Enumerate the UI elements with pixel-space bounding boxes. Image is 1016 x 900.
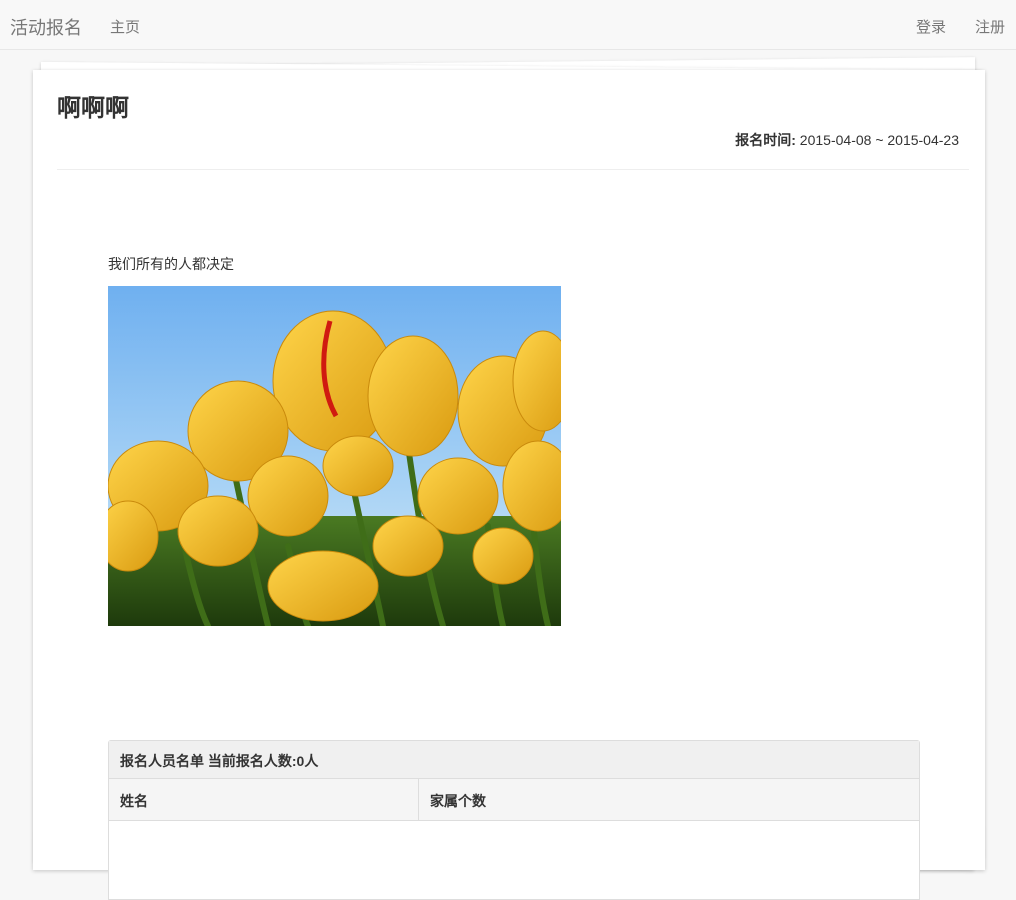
top-navbar: 活动报名 主页 登录 注册 [0, 0, 1016, 50]
event-card: 啊啊啊 报名时间: 2015-04-08 ~ 2015-04-23 我们所有的人… [33, 70, 985, 900]
signup-list-heading: 报名人员名单 当前报名人数:0人 [109, 741, 919, 779]
signup-time-value: 2015-04-08 ~ 2015-04-23 [795, 132, 959, 148]
event-card-stack: 啊啊啊 报名时间: 2015-04-08 ~ 2015-04-23 我们所有的人… [33, 57, 985, 900]
nav-login-link[interactable]: 登录 [916, 16, 946, 37]
signup-list-panel: 报名人员名单 当前报名人数:0人 姓名 家属个数 [108, 740, 920, 900]
tulip-image [108, 286, 561, 626]
brand-link[interactable]: 活动报名 [10, 14, 82, 40]
nav-register-link[interactable]: 注册 [975, 16, 1005, 37]
header-divider [57, 169, 969, 170]
event-description: 我们所有的人都决定 [108, 256, 234, 272]
nav-home-link[interactable]: 主页 [110, 16, 140, 37]
tulip-photo [108, 286, 561, 626]
event-title: 啊啊啊 [57, 93, 129, 122]
column-header-name: 姓名 [109, 779, 419, 820]
column-header-family-count: 家属个数 [430, 793, 486, 809]
signup-time-label: 报名时间: [735, 132, 796, 148]
signup-time: 报名时间: 2015-04-08 ~ 2015-04-23 [735, 130, 959, 150]
signup-table-header: 姓名 家属个数 [109, 779, 919, 821]
